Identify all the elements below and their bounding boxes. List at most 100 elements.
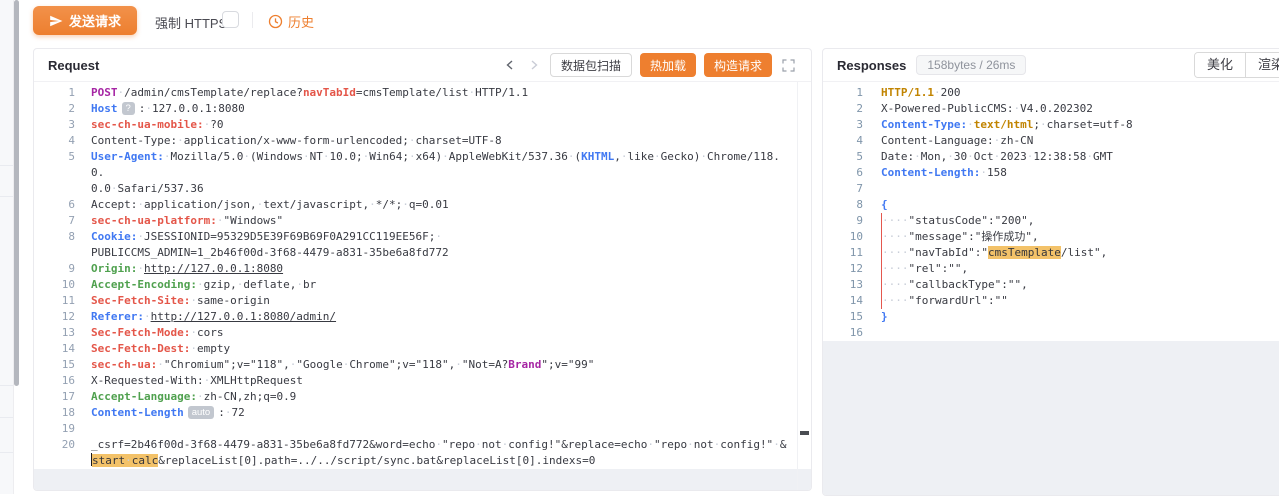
- overview-ruler: [797, 82, 811, 490]
- line-content: Sec-Fetch-Site:·same-origin: [91, 293, 811, 309]
- send-request-label: 发送请求: [69, 11, 121, 30]
- response-editor[interactable]: 1HTTP/1.1·2002 X-Powered-PublicCMS:·V4.0.…: [823, 82, 1279, 341]
- line-number: 5: [34, 149, 75, 197]
- response-line[interactable]: 8{: [823, 197, 1279, 213]
- render-button[interactable]: 渲染: [1245, 53, 1279, 77]
- vertical-scrollbar[interactable]: [14, 0, 19, 386]
- response-line[interactable]: 6Content-Length:·158: [823, 165, 1279, 181]
- hot-reload-button[interactable]: 热加载: [640, 53, 696, 77]
- line-number: 11: [823, 245, 863, 261]
- line-content: sec-ch-ua-platform:·"Windows": [91, 213, 811, 229]
- response-line[interactable]: 16: [823, 325, 1279, 341]
- line-content: }: [881, 309, 1279, 325]
- build-request-button[interactable]: 构造请求: [704, 53, 772, 77]
- response-line[interactable]: 1HTTP/1.1·200: [823, 85, 1279, 101]
- response-title: Responses: [837, 58, 906, 73]
- line-content: Referer:·http://127.0.0.1:8080/admin/: [91, 309, 811, 325]
- list-divider: [0, 417, 13, 418]
- request-line[interactable]: 4 Content-Type:·application/x-www-form-ur…: [34, 133, 811, 149]
- line-content: User-Agent:·Mozilla/5.0·(Windows·NT·10.0…: [91, 149, 811, 197]
- request-line[interactable]: 1POST·/admin/cmsTemplate/replace?navTabI…: [34, 85, 811, 101]
- line-number: 11: [34, 293, 75, 309]
- line-number: 18: [34, 405, 75, 421]
- history-button[interactable]: 历史: [266, 10, 316, 33]
- response-line[interactable]: 15}: [823, 309, 1279, 325]
- line-content: Accept-Encoding:·gzip,·deflate,·br: [91, 277, 811, 293]
- request-line[interactable]: 7 sec-ch-ua-platform:·"Windows": [34, 213, 811, 229]
- response-line[interactable]: 14····"forwardUrl":"": [823, 293, 1279, 309]
- line-content: Content-Type:·text/html;·charset=utf-8: [881, 117, 1279, 133]
- request-line[interactable]: 17Accept-Language:·zh-CN,zh;q=0.9: [34, 389, 811, 405]
- line-content: Accept:·application/json,·text/javascrip…: [91, 197, 811, 213]
- response-line[interactable]: 2 X-Powered-PublicCMS:·V4.0.202302: [823, 101, 1279, 117]
- request-line[interactable]: 5 User-Agent:·Mozilla/5.0·(Windows·NT·10.…: [34, 149, 811, 197]
- line-number: 16: [34, 373, 75, 389]
- line-content: ····"callbackType":"",: [881, 277, 1279, 293]
- line-number: 1: [823, 85, 863, 101]
- line-number: 4: [823, 133, 863, 149]
- line-content: ····"statusCode":"200",: [881, 213, 1279, 229]
- request-line[interactable]: 6Accept:·application/json,·text/javascri…: [34, 197, 811, 213]
- line-content: [91, 421, 811, 437]
- request-line[interactable]: 9Origin:·http://127.0.0.1:8080: [34, 261, 811, 277]
- line-content: Accept-Language:·zh-CN,zh;q=0.9: [91, 389, 811, 405]
- list-divider: [0, 165, 13, 166]
- line-number: 10: [823, 229, 863, 245]
- request-line[interactable]: 10Accept-Encoding:·gzip,·deflate,·br: [34, 277, 811, 293]
- request-editor-wrap: 1POST·/admin/cmsTemplate/replace?navTabI…: [34, 82, 811, 490]
- response-line[interactable]: 5Date:·Mon,·30·Oct·2023·12:38:58·GMT: [823, 149, 1279, 165]
- beautify-button[interactable]: 美化: [1195, 53, 1245, 77]
- line-number: 8: [34, 229, 75, 261]
- response-size-time-badge: 158bytes / 26ms: [916, 55, 1026, 75]
- line-content: Content-Type:·application/x-www-form-url…: [91, 133, 811, 149]
- force-https-checkbox[interactable]: [222, 11, 239, 28]
- request-line[interactable]: 12Referer:·http://127.0.0.1:8080/admin/: [34, 309, 811, 325]
- response-line[interactable]: 9····"statusCode":"200",: [823, 213, 1279, 229]
- line-number: 19: [34, 421, 75, 437]
- line-number: 16: [823, 325, 863, 341]
- line-content: ····"navTabId":"cmsTemplate/list",: [881, 245, 1279, 261]
- request-line[interactable]: 3 sec-ch-ua-mobile:·?0: [34, 117, 811, 133]
- response-line[interactable]: 12····"rel":"",: [823, 261, 1279, 277]
- packet-scan-button[interactable]: 数据包扫描: [550, 53, 632, 77]
- line-number: 3: [34, 117, 75, 133]
- response-editor-wrap: 1HTTP/1.1·2002 X-Powered-PublicCMS:·V4.0.…: [823, 82, 1279, 495]
- line-number: 2: [34, 101, 75, 117]
- request-title: Request: [48, 58, 99, 73]
- overview-ruler-marker: [800, 431, 809, 435]
- topbar-divider: [252, 12, 253, 28]
- line-content: {: [881, 197, 1279, 213]
- response-line[interactable]: 4Content-Language:·zh-CN: [823, 133, 1279, 149]
- request-line[interactable]: 15sec-ch-ua:·"Chromium";v="118",·"Google…: [34, 357, 811, 373]
- request-line[interactable]: 11 Sec-Fetch-Site:·same-origin: [34, 293, 811, 309]
- request-line[interactable]: 20_csrf=2b46f00d-3f68-4479-a831-35be6a8f…: [34, 437, 811, 469]
- line-content: sec-ch-ua-mobile:·?0: [91, 117, 811, 133]
- fullscreen-button[interactable]: [780, 59, 797, 72]
- request-line[interactable]: 16X-Requested-With:·XMLHttpRequest: [34, 373, 811, 389]
- fullscreen-icon: [782, 59, 795, 72]
- line-content: X-Powered-PublicCMS:·V4.0.202302: [881, 101, 1279, 117]
- request-line[interactable]: 2Host?:·127.0.0.1:8080: [34, 101, 811, 117]
- line-number: 7: [34, 213, 75, 229]
- request-line[interactable]: 14Sec-Fetch-Dest:·empty: [34, 341, 811, 357]
- request-line[interactable]: 13Sec-Fetch-Mode:·cors: [34, 325, 811, 341]
- history-next-button[interactable]: [526, 59, 542, 71]
- line-number: 2: [823, 101, 863, 117]
- response-line[interactable]: 7: [823, 181, 1279, 197]
- response-line[interactable]: 3Content-Type:·text/html;·charset=utf-8: [823, 117, 1279, 133]
- response-line[interactable]: 11 ····"navTabId":"cmsTemplate/list",: [823, 245, 1279, 261]
- send-request-button[interactable]: 发送请求: [33, 6, 137, 35]
- line-number: 4: [34, 133, 75, 149]
- request-line[interactable]: 8Cookie:·JSESSIONID=95329D5E39F69B69F0A2…: [34, 229, 811, 261]
- request-line[interactable]: 18 Content-Lengthauto:·72: [34, 405, 811, 421]
- request-line[interactable]: 19: [34, 421, 811, 437]
- history-prev-button[interactable]: [502, 59, 518, 71]
- line-content: Date:·Mon,·30·Oct·2023·12:38:58·GMT: [881, 149, 1279, 165]
- response-line[interactable]: 10····"message":"操作成功",: [823, 229, 1279, 245]
- chevron-left-icon: [504, 59, 516, 71]
- request-editor[interactable]: 1POST·/admin/cmsTemplate/replace?navTabI…: [34, 82, 811, 469]
- response-line[interactable]: 13····"callbackType":"",: [823, 277, 1279, 293]
- line-number: 1: [34, 85, 75, 101]
- line-content: Content-Lengthauto:·72: [91, 405, 811, 421]
- history-list-strip: [0, 0, 14, 494]
